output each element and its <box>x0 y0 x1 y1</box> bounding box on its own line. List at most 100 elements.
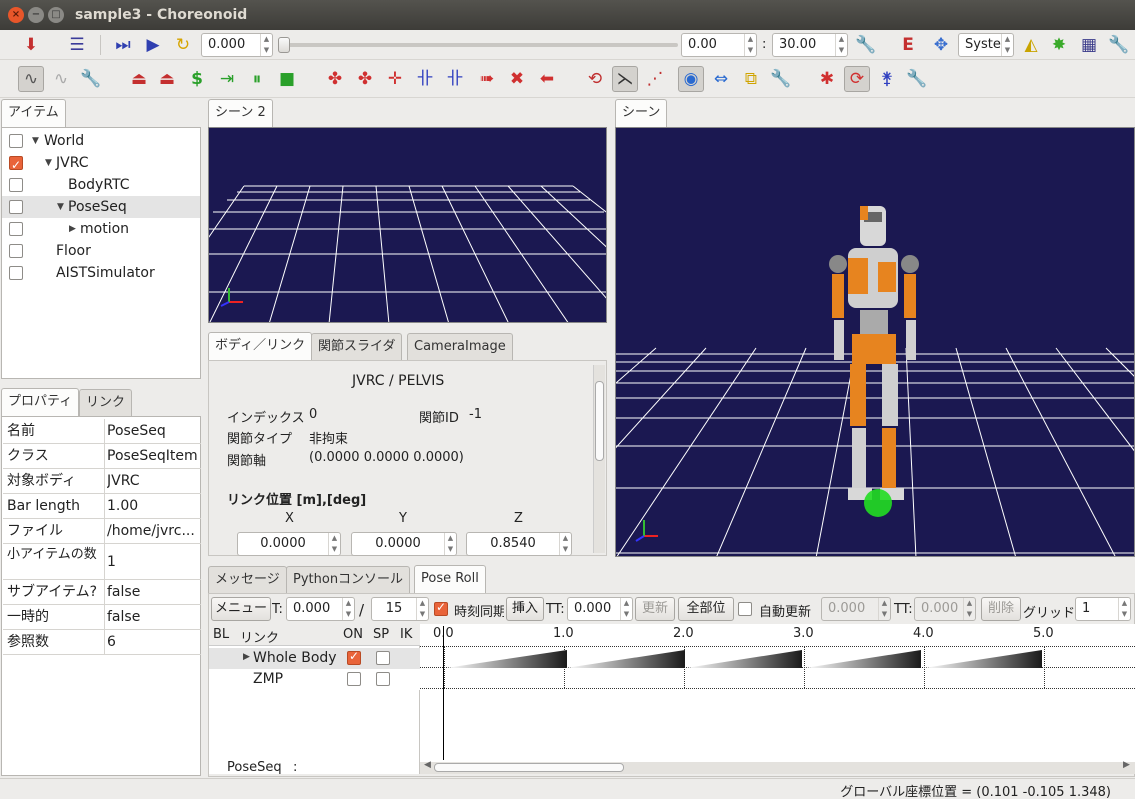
property-row[interactable]: 対象ボディ JVRC <box>3 469 201 494</box>
tab-properties[interactable]: プロパティ <box>1 388 80 417</box>
link-row-whole-body[interactable]: ▶ Whole Body <box>209 648 420 669</box>
tab-scene-2[interactable]: シーン 2 <box>208 99 273 128</box>
item-checkbox[interactable] <box>9 200 23 214</box>
arrow-cross-icon[interactable]: ✖ <box>504 66 530 92</box>
play-icon[interactable]: ▶ <box>140 32 166 58</box>
property-row[interactable]: 一時的 false <box>3 605 201 630</box>
tab-messages[interactable]: メッセージ <box>208 566 287 594</box>
wrench-icon[interactable]: 🔧 <box>768 66 794 92</box>
ik-icon[interactable]: ✱ <box>814 66 840 92</box>
sim-play-icon[interactable]: ⇥ <box>214 66 240 92</box>
link-sp-checkbox[interactable] <box>376 651 390 665</box>
range-end-input[interactable]: 30.00 ▲ ▼ <box>772 33 848 57</box>
property-row[interactable]: クラス PoseSeqItem <box>3 444 201 469</box>
spin-arrows-icon[interactable]: ▲ ▼ <box>260 34 272 56</box>
expand-down-icon[interactable]: ▼ <box>32 130 39 152</box>
scroll-left-icon[interactable]: ◀ <box>424 760 431 770</box>
timeline-scrollbar[interactable]: ◀ ▶ <box>420 760 1135 774</box>
property-value[interactable]: 1.00 <box>107 498 199 514</box>
pose-timeline[interactable]: 0.0 1.0 2.0 3.0 4.0 5.0 <box>420 624 1135 762</box>
current-time-input[interactable]: 0.000 ▲ ▼ <box>201 33 273 57</box>
item-checkbox[interactable] <box>9 134 23 148</box>
link-sp-checkbox[interactable] <box>376 672 390 686</box>
property-row[interactable]: ファイル/home/jvrc... <box>3 519 201 544</box>
tab-items[interactable]: アイテム <box>1 99 66 128</box>
wrench-icon[interactable]: 🔧 <box>78 66 104 92</box>
tree-item-motion[interactable]: ▶ motion <box>2 218 200 240</box>
wrench-icon[interactable]: 🔧 <box>1106 32 1132 58</box>
col-on[interactable]: ON <box>343 627 363 642</box>
property-row[interactable]: 参照数 6 <box>3 630 201 655</box>
link-row-zmp[interactable]: ZMP <box>209 669 420 690</box>
property-value[interactable]: false <box>107 584 199 600</box>
rotate-icon[interactable]: ⟲ <box>582 66 608 92</box>
scroll-right-icon[interactable]: ▶ <box>1123 760 1130 770</box>
link-y-input[interactable]: 0.0000 ▲ ▼ <box>351 532 457 556</box>
scrollbar-thumb[interactable] <box>434 763 624 772</box>
project-list-icon[interactable]: ☰ <box>64 32 90 58</box>
spin-arrows-icon[interactable]: ▲ ▼ <box>878 598 890 620</box>
spin-arrows-icon[interactable]: ▲ ▼ <box>328 533 340 555</box>
tab-scene[interactable]: シーン <box>615 99 668 128</box>
link-z-input[interactable]: 0.8540 ▲ ▼ <box>466 532 572 556</box>
spin-arrows-icon[interactable]: ▲ ▼ <box>342 598 354 620</box>
link-icon[interactable]: ⋋ <box>612 66 638 92</box>
globe-icon[interactable]: ◉ <box>678 66 704 92</box>
expand-down-icon[interactable]: ▼ <box>57 196 64 218</box>
shape-icon[interactable]: ◭ <box>1018 32 1044 58</box>
link-on-checkbox[interactable] <box>347 649 361 665</box>
tab-python-console[interactable]: Pythonコンソール <box>286 566 411 594</box>
expand-right-icon[interactable]: ▶ <box>243 652 250 662</box>
layers-icon[interactable]: ⧉ <box>738 66 764 92</box>
tab-joint-slider[interactable]: 関節スライダ <box>311 333 403 361</box>
spin-arrows-icon[interactable]: ▲ ▼ <box>559 533 571 555</box>
ik-rotate-icon[interactable]: ⟳ <box>844 66 870 92</box>
edit-e-icon[interactable]: E <box>895 32 921 58</box>
body-link-scrollbar[interactable] <box>593 365 605 553</box>
spin-arrows-icon[interactable]: ▲ ▼ <box>744 34 756 56</box>
col-bl[interactable]: BL <box>213 627 229 642</box>
item-checkbox[interactable] <box>9 178 23 192</box>
range-start-input[interactable]: 0.00 ▲ ▼ <box>681 33 757 57</box>
item-checkbox[interactable] <box>9 244 23 258</box>
spin-arrows-icon[interactable]: ▲ ▼ <box>416 598 428 620</box>
sim-stop-icon[interactable]: ■ <box>274 66 300 92</box>
model-edit-icon[interactable]: ✤ <box>322 66 348 92</box>
grid-icon[interactable]: ▦ <box>1076 32 1102 58</box>
item-checkbox[interactable] <box>9 154 23 176</box>
load-icon[interactable]: ⬇ <box>18 32 44 58</box>
wrench-icon[interactable]: 🔧 <box>853 32 879 58</box>
all-parts-button[interactable]: 全部位 <box>678 597 734 621</box>
burst-icon[interactable]: ✸ <box>1046 32 1072 58</box>
scene-2-view[interactable] <box>208 127 607 323</box>
item-checkbox[interactable] <box>9 266 23 280</box>
spin-arrows-icon[interactable]: ▲ ▼ <box>1118 598 1130 620</box>
spin-arrows-icon[interactable]: ▲ ▼ <box>835 34 847 56</box>
auto-update-checkbox[interactable] <box>738 602 752 616</box>
menu-button[interactable]: メニュー <box>211 597 271 621</box>
spin-arrows-icon[interactable]: ▲ ▼ <box>444 533 456 555</box>
pose-icon[interactable]: 卝 <box>412 66 438 92</box>
col-ik[interactable]: IK <box>400 627 412 642</box>
close-window-button[interactable]: × <box>8 7 24 23</box>
wave-disabled-icon[interactable]: ∿ <box>48 66 74 92</box>
tree-item-floor[interactable]: Floor <box>2 240 200 262</box>
wave-icon[interactable]: ∿ <box>18 66 44 92</box>
tab-link[interactable]: リンク <box>79 389 133 417</box>
link-x-input[interactable]: 0.0000 ▲ ▼ <box>237 532 341 556</box>
scene-view[interactable] <box>615 127 1135 557</box>
tree-item-bodyrtc[interactable]: BodyRTC <box>2 174 200 196</box>
fps-input[interactable]: 15 ▲ ▼ <box>371 597 429 621</box>
col-link[interactable]: リンク <box>240 627 279 646</box>
sim-start-green-icon[interactable]: $ <box>184 66 210 92</box>
spin-arrows-icon[interactable]: ▲ ▼ <box>963 598 975 620</box>
tab-camera-image[interactable]: CameraImage <box>407 333 513 361</box>
tree-item-world[interactable]: ▼ World <box>2 130 200 152</box>
property-row[interactable]: 名前 PoseSeq <box>3 419 201 444</box>
model-edit-2-icon[interactable]: ✤ <box>352 66 378 92</box>
tree-item-aistsimulator[interactable]: AISTSimulator <box>2 262 200 284</box>
expand-right-icon[interactable]: ▶ <box>69 218 76 240</box>
grid-input[interactable]: 1 ▲ ▼ <box>1075 597 1131 621</box>
collision-icon[interactable]: ⇔ <box>708 66 734 92</box>
update-button[interactable]: 更新 <box>635 597 675 621</box>
